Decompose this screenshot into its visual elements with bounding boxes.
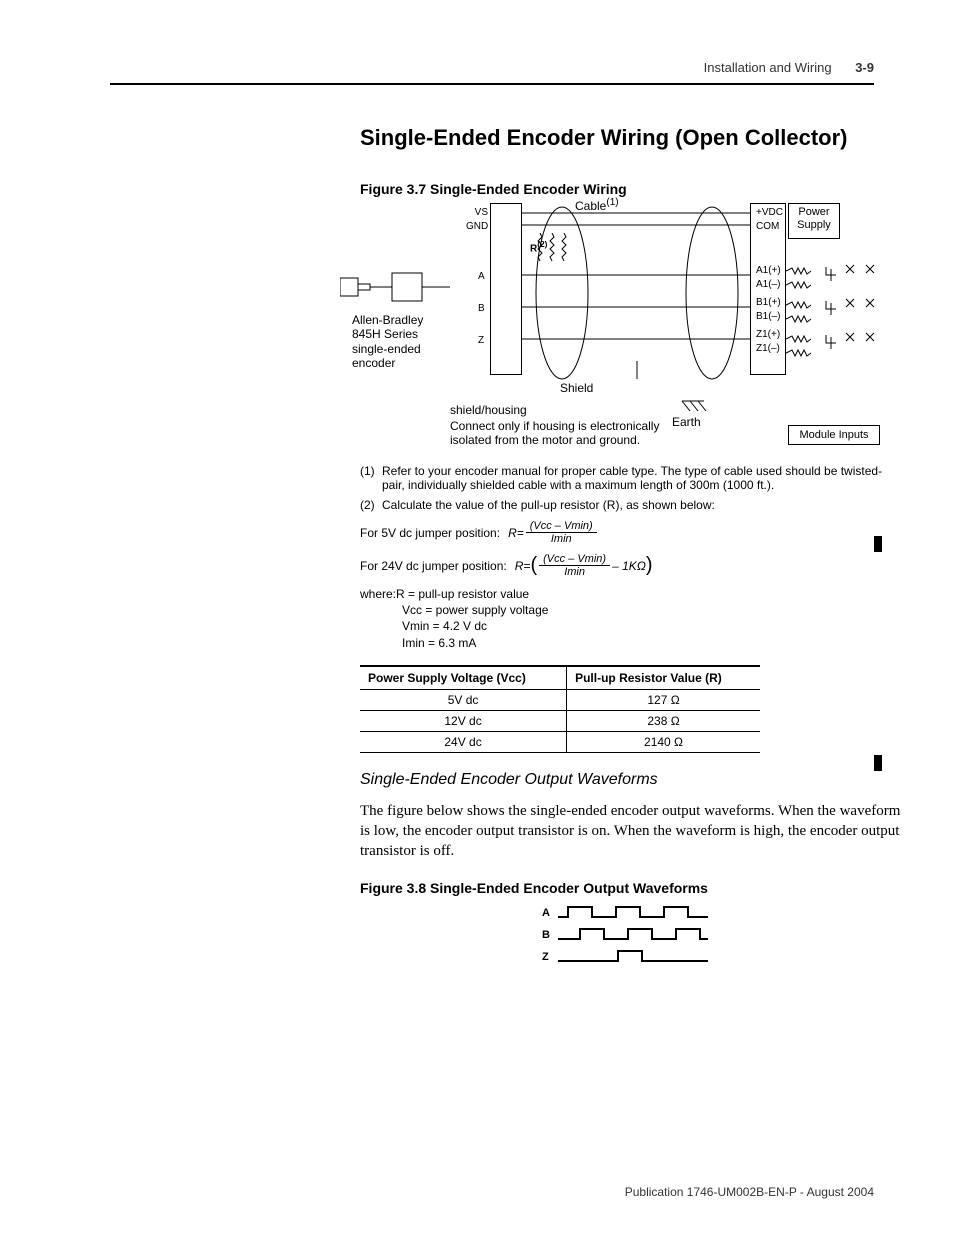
encoder-label: Allen-Bradley 845H Series single-ended e… <box>352 313 452 371</box>
margin-marker <box>874 536 882 552</box>
page: Installation and Wiring 3-9 Single-Ended… <box>0 0 954 1235</box>
waveform-row-z: Z <box>542 946 722 968</box>
shield-housing-label: shield/housing <box>450 403 527 417</box>
vdc-label: +VDC <box>756 207 783 219</box>
header-rule <box>110 83 874 85</box>
content-column: Single-Ended Encoder Wiring (Open Collec… <box>360 125 904 968</box>
z1p-label: Z1(+) <box>756 329 780 341</box>
table-row: 12V dc 238 Ω <box>360 710 760 731</box>
vs-label: VS <box>472 207 488 219</box>
waveform-row-b: B <box>542 924 722 946</box>
b1n-label: B1(–) <box>756 311 780 323</box>
figure-caption: Figure 3.8 Single-Ended Encoder Output W… <box>360 880 904 896</box>
resistor-table: Power Supply Voltage (Vcc) Pull-up Resis… <box>360 665 760 753</box>
publication-line: Publication 1746-UM002B-EN-P - August 20… <box>625 1185 874 1199</box>
a-label: A <box>478 271 485 283</box>
section-name: Installation and Wiring <box>704 60 832 75</box>
waveform-row-a: A <box>542 902 722 924</box>
fraction: (Vcc – Vmin) Imin <box>539 553 610 578</box>
figure-caption: Figure 3.7 Single-Ended Encoder Wiring <box>360 181 904 197</box>
formula-24v: For 24V dc jumper position: R= ( (Vcc – … <box>360 553 904 578</box>
section-heading: Single-Ended Encoder Wiring (Open Collec… <box>360 125 904 151</box>
wiring-diagram: Allen-Bradley 845H Series single-ended e… <box>360 203 904 458</box>
table-row: 5V dc 127 Ω <box>360 689 760 710</box>
where-block: where:R = pull-up resistor value Vcc = p… <box>360 586 904 651</box>
footnote-2: (2) Calculate the value of the pull-up r… <box>360 498 904 512</box>
sub-heading: Single-Ended Encoder Output Waveforms <box>360 771 904 789</box>
encoder-terminal-block <box>490 203 522 375</box>
pulse-wave-icon <box>558 947 708 967</box>
a1n-label: A1(–) <box>756 279 780 291</box>
shield-label: Shield <box>560 381 593 395</box>
com-label: COM <box>756 221 779 233</box>
a1p-label: A1(+) <box>756 265 781 277</box>
b1p-label: B1(+) <box>756 297 781 309</box>
running-head: Installation and Wiring 3-9 <box>110 60 874 75</box>
table-header-row: Power Supply Voltage (Vcc) Pull-up Resis… <box>360 666 760 690</box>
fraction: (Vcc – Vmin) Imin <box>526 520 597 545</box>
table-row: 24V dc 2140 Ω <box>360 731 760 752</box>
power-supply-box: Power Supply <box>788 203 840 239</box>
table-header: Pull-up Resistor Value (R) <box>567 666 760 690</box>
square-wave-icon <box>558 903 708 923</box>
shield-housing-note: Connect only if housing is electronicall… <box>450 419 710 448</box>
formula-5v: For 5V dc jumper position: R= (Vcc – Vmi… <box>360 520 904 545</box>
z-label: Z <box>478 335 484 347</box>
b-label: B <box>478 303 485 315</box>
input-circuitry-icon <box>786 261 896 371</box>
cable-lines-icon <box>522 203 752 383</box>
margin-marker <box>874 755 882 771</box>
earth-icon <box>678 399 708 415</box>
body-paragraph: The figure below shows the single-ended … <box>360 801 904 862</box>
encoder-icon <box>340 263 450 313</box>
table-header: Power Supply Voltage (Vcc) <box>360 666 567 690</box>
page-number: 3-9 <box>855 60 874 75</box>
z1n-label: Z1(–) <box>756 343 780 355</box>
footnote-1: (1) Refer to your encoder manual for pro… <box>360 464 904 492</box>
module-inputs-label: Module Inputs <box>788 425 880 445</box>
waveform-diagram: A B Z <box>542 902 722 968</box>
square-wave-icon <box>558 925 708 945</box>
gnd-label: GND <box>466 221 488 233</box>
